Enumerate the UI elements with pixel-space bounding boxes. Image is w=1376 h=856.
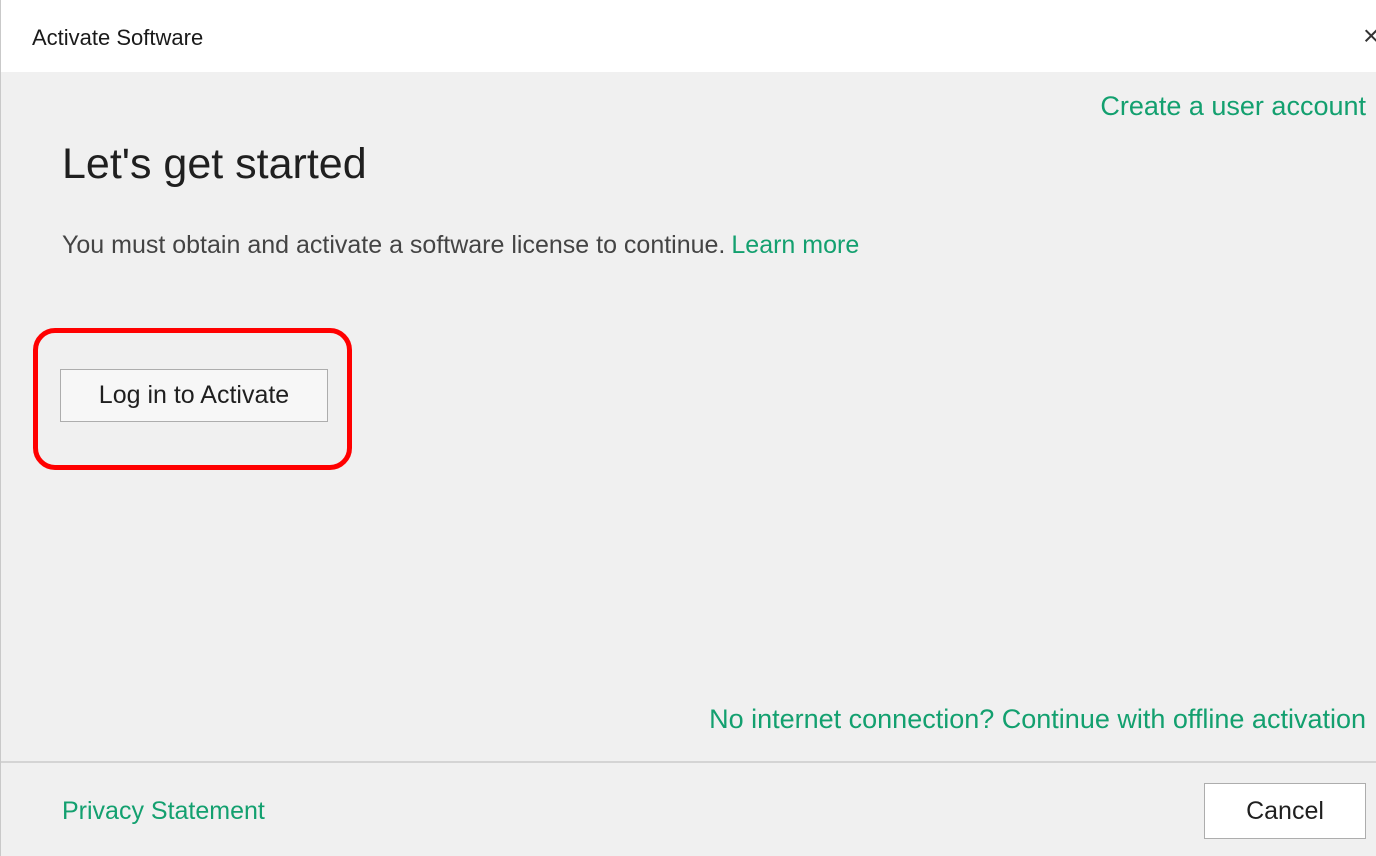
privacy-statement-link[interactable]: Privacy Statement [62, 797, 265, 826]
intro-text: You must obtain and activate a software … [62, 231, 726, 259]
window-title: Activate Software [32, 25, 204, 50]
create-user-account-link[interactable]: Create a user account [1100, 91, 1366, 122]
cancel-button[interactable]: Cancel [1204, 783, 1366, 839]
page-title: Let's get started [62, 140, 367, 188]
dialog-content: Create a user account Let's get started … [1, 72, 1376, 761]
log-in-to-activate-button[interactable]: Log in to Activate [60, 369, 328, 422]
activate-software-dialog: Activate Software × Create a user accoun… [0, 0, 1376, 856]
dialog-footer: Privacy Statement Cancel [1, 763, 1376, 856]
title-bar: Activate Software × [1, 0, 1376, 72]
close-icon[interactable]: × [1363, 18, 1376, 54]
offline-activation-link[interactable]: No internet connection? Continue with of… [709, 704, 1366, 735]
learn-more-link[interactable]: Learn more [731, 231, 859, 259]
intro-paragraph: You must obtain and activate a software … [62, 231, 859, 260]
